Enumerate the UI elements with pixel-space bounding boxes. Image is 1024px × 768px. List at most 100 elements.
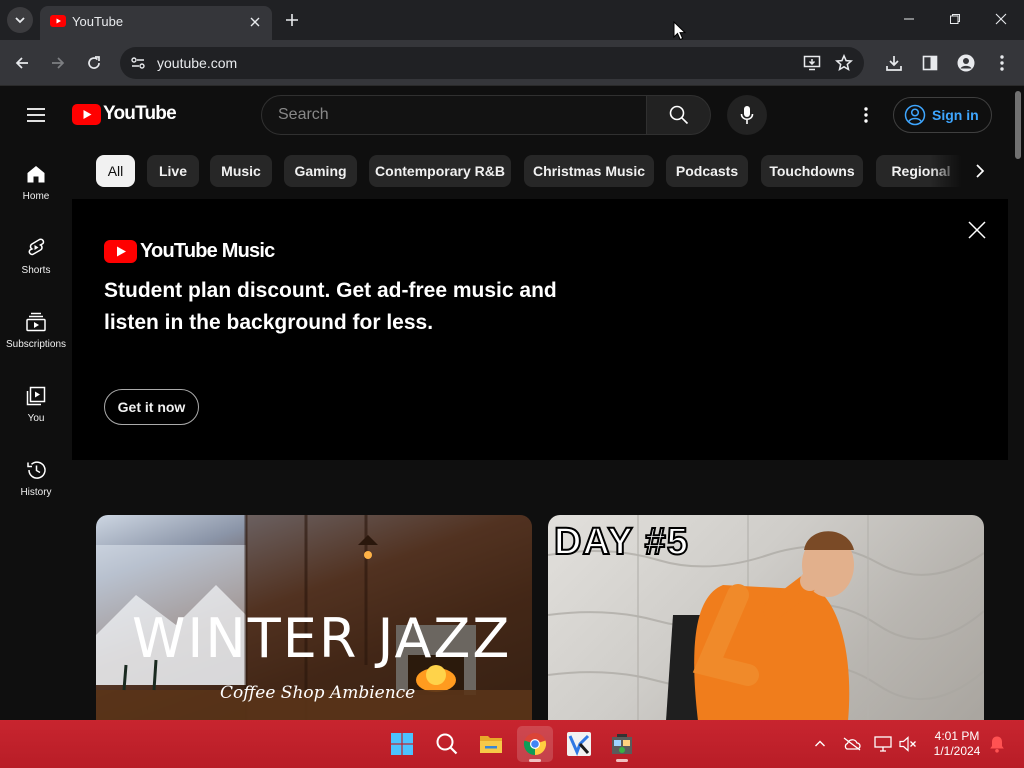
plus-icon: [286, 14, 298, 26]
show-hidden-icons-button[interactable]: [811, 735, 829, 753]
promo-headline: Student plan discount. Get ad-free music…: [104, 279, 557, 334]
video-thumbnail[interactable]: DAY #5: [548, 515, 984, 721]
start-button[interactable]: [384, 726, 420, 762]
app-taskbar-button[interactable]: [604, 726, 640, 762]
video-thumbnail[interactable]: WINTER JAZZ Coffee Shop Ambience: [96, 515, 532, 721]
volume-tray-icon[interactable]: [899, 735, 917, 753]
sign-in-label: Sign in: [932, 107, 979, 123]
url-text: youtube.com: [157, 55, 238, 71]
sidebar-item-label: You: [27, 413, 45, 424]
profile-icon: [957, 54, 975, 72]
chip-christmas-music[interactable]: Christmas Music: [524, 155, 654, 187]
bookmark-button[interactable]: [832, 51, 856, 75]
browser-tab-youtube[interactable]: YouTube: [40, 6, 272, 40]
onedrive-tray-icon[interactable]: [843, 735, 861, 753]
taskbar-clock[interactable]: 4:01 PM 1/1/2024: [925, 729, 989, 759]
youtube-logo[interactable]: YouTube: [72, 103, 177, 125]
youtube-favicon-icon: [50, 15, 66, 27]
chip-music[interactable]: Music: [210, 155, 272, 187]
back-button[interactable]: [10, 51, 34, 75]
file-explorer-button[interactable]: [473, 726, 509, 762]
mini-guide-sidebar: Home Shorts Subscriptions You History: [0, 143, 72, 720]
chip-touchdowns[interactable]: Touchdowns: [761, 155, 863, 187]
dismiss-banner-button[interactable]: [965, 218, 989, 242]
profile-button[interactable]: [954, 51, 978, 75]
youtube-play-logo-icon: [104, 240, 137, 263]
youtube-music-logo: YouTube Music: [104, 240, 275, 263]
search-input[interactable]: Search: [261, 95, 647, 135]
youtube-masthead: YouTube Search Sign in: [0, 87, 1012, 143]
settings-menu-button[interactable]: [854, 103, 878, 127]
chrome-taskbar-button[interactable]: [517, 726, 553, 762]
volume-muted-icon: [899, 736, 916, 752]
vertical-dots-icon: [1000, 55, 1004, 71]
back-arrow-icon: [15, 57, 28, 69]
address-bar[interactable]: youtube.com: [120, 47, 864, 79]
display-tray-icon[interactable]: [874, 735, 892, 753]
youtube-wordmark: YouTube: [103, 103, 177, 124]
folder-icon: [480, 736, 502, 753]
chevron-down-icon: [15, 17, 25, 24]
chip-contemporary-rnb[interactable]: Contemporary R&B: [369, 155, 511, 187]
sidebar-item-history[interactable]: History: [0, 439, 72, 509]
get-it-now-button[interactable]: Get it now: [104, 389, 199, 425]
chip-all[interactable]: All: [96, 155, 135, 187]
taskbar-search-button[interactable]: [429, 726, 465, 762]
sidebar-item-home[interactable]: Home: [0, 143, 72, 213]
minimize-icon: [904, 18, 914, 20]
sign-in-button[interactable]: Sign in: [893, 97, 992, 133]
browser-menu-button[interactable]: [990, 51, 1014, 75]
search-button[interactable]: [646, 95, 711, 135]
star-icon: [835, 54, 853, 72]
windows-taskbar: 4:01 PM 1/1/2024: [0, 720, 1024, 768]
monitor-icon: [874, 736, 892, 752]
sidebar-item-subscriptions[interactable]: Subscriptions: [0, 291, 72, 361]
sidebar-item-shorts[interactable]: Shorts: [0, 217, 72, 287]
youtube-play-logo-icon: [72, 103, 101, 125]
hamburger-menu-icon: [27, 108, 45, 122]
clock-date: 1/1/2024: [933, 744, 981, 758]
mouse-cursor-icon: [673, 21, 687, 41]
running-indicator: [529, 759, 541, 762]
downloads-button[interactable]: [882, 51, 906, 75]
side-panel-icon: [922, 55, 938, 71]
chip-live[interactable]: Live: [147, 155, 199, 187]
app-taskbar-button[interactable]: [561, 726, 597, 762]
chevron-right-icon: [976, 164, 985, 178]
chip-gaming[interactable]: Gaming: [284, 155, 357, 187]
search-icon: [669, 105, 688, 125]
voice-search-button[interactable]: [727, 95, 767, 135]
app-icon: [612, 734, 632, 754]
search-icon: [436, 733, 458, 755]
chevron-up-icon: [815, 740, 825, 747]
browser-toolbar: youtube.com: [0, 40, 1024, 86]
filter-chip-bar: All Live Music Gaming Contemporary R&B C…: [96, 155, 996, 187]
notifications-button[interactable]: [988, 735, 1006, 753]
microphone-icon: [740, 106, 754, 124]
new-tab-button[interactable]: [282, 10, 302, 30]
guide-menu-button[interactable]: [24, 103, 48, 127]
forward-button[interactable]: [46, 51, 70, 75]
scrollbar-thumb[interactable]: [1015, 91, 1021, 159]
reload-button[interactable]: [82, 51, 106, 75]
browser-tab-strip: YouTube: [0, 0, 1024, 40]
close-window-button[interactable]: [990, 8, 1012, 30]
windows-logo-icon: [391, 733, 413, 755]
site-info-icon[interactable]: [130, 55, 146, 71]
thumbnail-subtitle-text: Coffee Shop Ambience: [220, 683, 416, 703]
chip-scroll-right-button[interactable]: [968, 159, 992, 183]
sidebar-item-you[interactable]: You: [0, 365, 72, 435]
tab-close-icon[interactable]: [246, 13, 264, 31]
restore-button[interactable]: [944, 8, 966, 30]
side-panel-button[interactable]: [918, 51, 942, 75]
youtube-music-wordmark: YouTube Music: [140, 240, 275, 262]
sidebar-item-label: Home: [22, 191, 50, 202]
minimize-button[interactable]: [898, 8, 920, 30]
page-scrollbar[interactable]: [1012, 87, 1024, 720]
chip-podcasts[interactable]: Podcasts: [666, 155, 748, 187]
restore-icon: [950, 14, 960, 24]
thumbnail-title-text: WINTER JAZZ: [132, 607, 512, 670]
tab-search-button[interactable]: [7, 7, 33, 33]
sidebar-item-label: Subscriptions: [5, 339, 67, 350]
install-app-button[interactable]: [800, 51, 824, 75]
